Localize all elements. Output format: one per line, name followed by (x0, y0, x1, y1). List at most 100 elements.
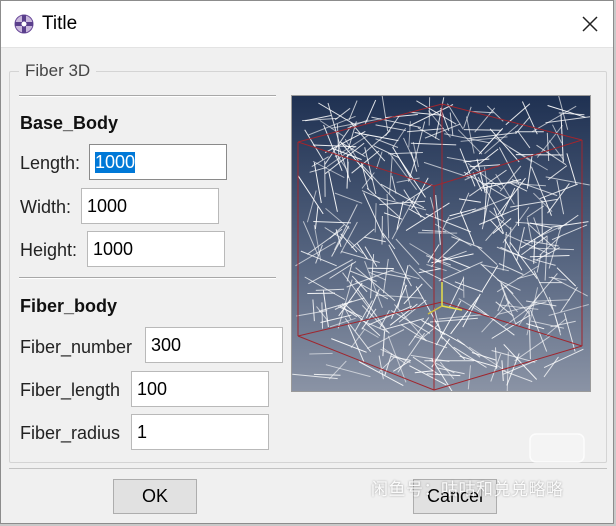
fiber-strand (429, 197, 437, 219)
fiber-strand (304, 276, 346, 300)
fiber-strand (343, 303, 381, 337)
fiber-strand (472, 304, 515, 336)
base-body-heading: Base_Body (20, 113, 119, 133)
fiber-strand (500, 369, 533, 383)
fiber-strand (340, 221, 358, 254)
fiber-strand (501, 360, 504, 382)
fiber-strand (313, 221, 352, 224)
length-label: Length: (20, 153, 81, 173)
fiber-strand (548, 276, 567, 281)
fiber-number-input[interactable] (145, 327, 283, 363)
fiber-strand (469, 132, 517, 139)
width-label: Width: (20, 197, 72, 217)
fiber-strand (313, 225, 322, 262)
fiber-strand (500, 284, 516, 324)
fiber-strand (331, 338, 367, 353)
fiber-strand (548, 140, 565, 161)
fiber-strand (382, 318, 425, 331)
fiber-strand (382, 331, 385, 357)
fiber-strand (491, 314, 531, 339)
fiber-strand (556, 179, 565, 215)
fiber-strand (350, 122, 386, 162)
fiber-strand (411, 177, 429, 210)
fiber-strand (341, 251, 380, 263)
fiber-strand (521, 101, 538, 135)
fiber-strand (348, 239, 364, 254)
height-input[interactable] (87, 231, 225, 267)
fiber-radius-input[interactable] (131, 414, 269, 450)
fiber-strand (312, 299, 315, 322)
fiber-strand (530, 166, 546, 201)
cancel-button[interactable]: Cancel (413, 479, 497, 514)
fiber-strand (533, 299, 570, 302)
fiber-strand (477, 246, 498, 265)
fiber-strand (495, 347, 498, 369)
fiber-strand (445, 207, 487, 222)
ok-button[interactable]: OK (113, 479, 197, 514)
length-input[interactable] (89, 144, 227, 180)
fiber-strand (328, 360, 347, 380)
fiber-strand (548, 225, 562, 269)
fiber-strand (351, 150, 380, 174)
fiber-strand (389, 303, 418, 326)
fiber-strand (410, 142, 457, 146)
window-title: Title (42, 13, 78, 34)
fiber-strand (444, 133, 490, 144)
close-button[interactable] (573, 7, 607, 41)
fiber-strand (459, 192, 470, 213)
fiber-strand (414, 370, 435, 374)
abaqus-cross-icon (14, 14, 34, 34)
fiber-strand (350, 328, 366, 349)
fiber-strand (403, 283, 423, 305)
fiber-strand (321, 302, 323, 329)
fiber-length-input[interactable] (131, 371, 269, 407)
title-bar[interactable]: Title (1, 1, 613, 48)
dialog-window: Title Fiber 3D Base_Body Length: Width: … (0, 0, 614, 524)
fiber-strand (495, 173, 515, 205)
fiber-length-label: Fiber_length (20, 380, 121, 400)
fiber-strand (556, 267, 577, 287)
fiber-strand (388, 152, 423, 155)
fiber-strand (440, 335, 466, 360)
fiber-strand (383, 212, 403, 220)
fiber-strand (433, 306, 443, 340)
fiber-strand (318, 102, 357, 127)
fiber-strand (502, 231, 507, 271)
fiber-strand (557, 214, 579, 230)
fiber-strand (334, 192, 363, 204)
separator-top (19, 95, 276, 97)
fiber-strand (426, 373, 461, 377)
fiber-strand (481, 301, 511, 333)
fiber-strand (468, 346, 506, 372)
fiber-strand (485, 218, 505, 242)
fiber-strand (449, 112, 454, 136)
width-input[interactable] (81, 188, 219, 224)
fiber-strand (364, 246, 378, 267)
cube-edge (297, 335, 435, 391)
fiber-strand (566, 153, 577, 185)
fiber-strand (458, 198, 481, 203)
fiber-strand (499, 165, 522, 192)
fiber-strand (563, 312, 576, 352)
fiber-strand (366, 187, 400, 218)
fiber-cube-render (292, 96, 590, 391)
groupbox-legend: Fiber 3D (19, 60, 97, 82)
fiber-strand (517, 188, 520, 227)
fiber-strand (498, 147, 520, 185)
fiber-number-label: Fiber_number (20, 337, 133, 357)
fiber-strand (467, 365, 471, 390)
fiber-strand (466, 116, 475, 154)
height-label: Height: (20, 240, 78, 260)
fiber-strand (545, 176, 590, 186)
fiber-strand (548, 304, 589, 316)
fiber-strand (314, 206, 319, 230)
fiber-strand (378, 355, 384, 380)
fiber-strand (328, 171, 338, 212)
fiber-strand (383, 258, 389, 294)
fiber-strand (313, 373, 341, 376)
fiber-strand (366, 329, 405, 349)
fiber-strand (526, 205, 545, 218)
fiber-strand (517, 131, 531, 149)
fiber-strand (446, 156, 472, 163)
fiber-strand (460, 210, 475, 245)
